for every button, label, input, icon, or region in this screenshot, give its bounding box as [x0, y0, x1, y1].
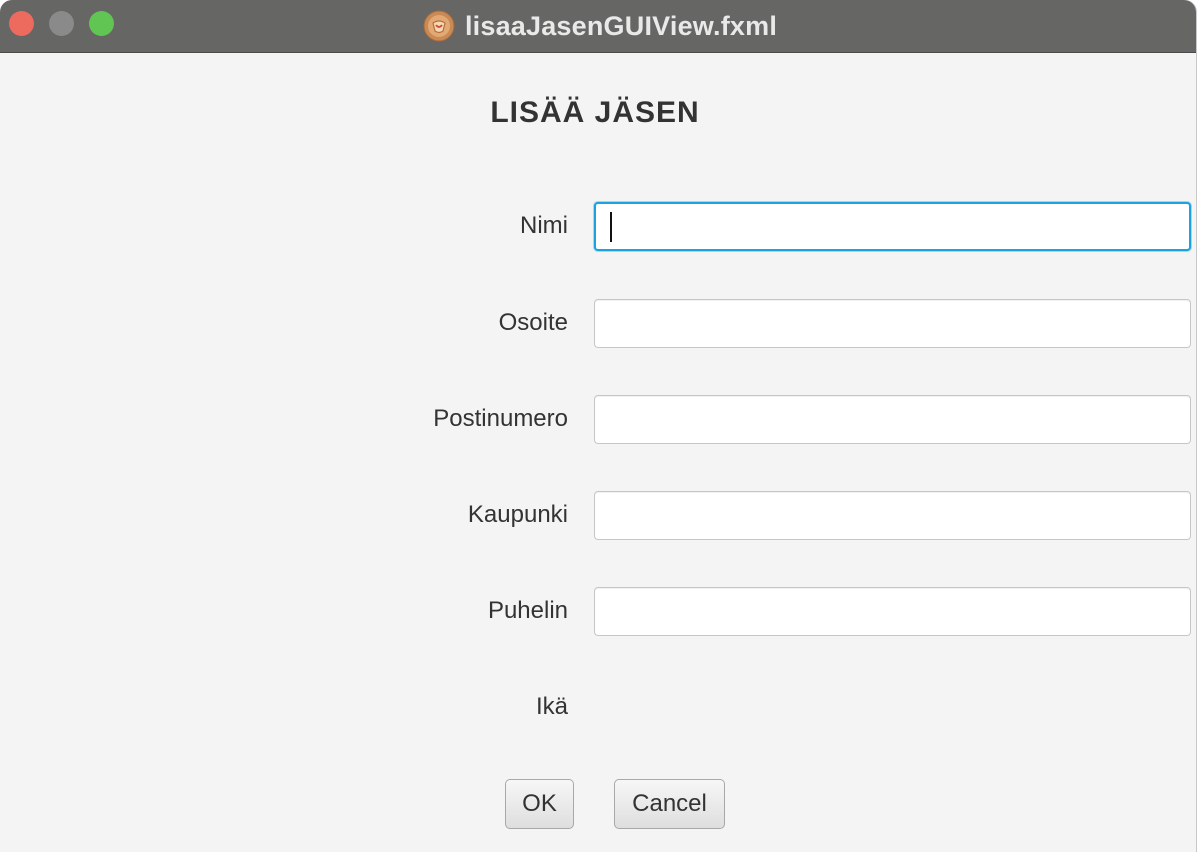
title-bar[interactable]: lisaaJasenGUIView.fxml — [0, 0, 1196, 53]
osoite-input[interactable] — [594, 299, 1191, 348]
java-app-icon — [423, 10, 455, 42]
cancel-button[interactable]: Cancel — [614, 779, 725, 829]
label-puhelin: Puhelin — [487, 597, 568, 624]
label-postinumero: Postinumero — [433, 405, 568, 432]
puhelin-input[interactable] — [594, 587, 1191, 636]
text-caret — [610, 212, 612, 242]
postinumero-input[interactable] — [594, 395, 1191, 444]
dialog-window: lisaaJasenGUIView.fxml LISÄÄ JÄSEN Nimi … — [0, 0, 1196, 852]
label-nimi: Nimi — [520, 212, 568, 239]
label-osoite: Osoite — [498, 309, 568, 336]
label-kaupunki: Kaupunki — [467, 501, 568, 528]
ok-button[interactable]: OK — [505, 779, 574, 829]
window-title: lisaaJasenGUIView.fxml — [464, 10, 778, 41]
label-ika: Ikä — [535, 693, 568, 720]
nimi-input[interactable] — [594, 202, 1191, 251]
form-heading: LISÄÄ JÄSEN — [490, 96, 700, 129]
window-title-group: lisaaJasenGUIView.fxml — [0, 0, 1196, 52]
kaupunki-input[interactable] — [594, 491, 1191, 540]
